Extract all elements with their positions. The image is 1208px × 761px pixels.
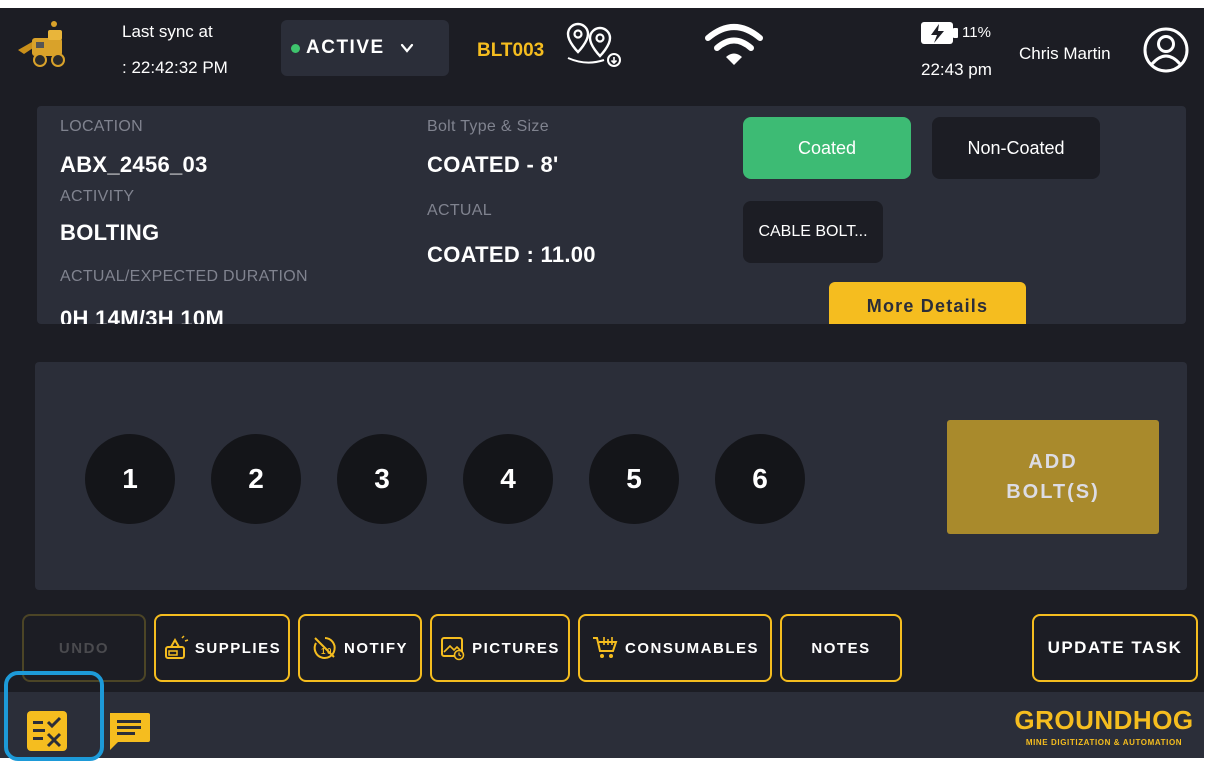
user-name: Chris Martin [1019, 44, 1111, 63]
non-coated-button[interactable]: Non-Coated [932, 117, 1100, 179]
update-task-button[interactable]: UPDATE TASK [1032, 614, 1198, 682]
consumables-label: CONSUMABLES [624, 639, 759, 657]
app-screen: Last sync at : 22:42:32 PM ACTIVE BLT003 [0, 8, 1204, 758]
status-dropdown[interactable]: ACTIVE [281, 20, 449, 76]
supplies-button[interactable]: SUPPLIES [154, 614, 290, 682]
bolt-button-6[interactable]: 6 [715, 434, 805, 524]
consumables-button[interactable]: CONSUMABLES [578, 614, 772, 682]
chat-message-icon[interactable] [106, 710, 152, 754]
bolt-button-3[interactable]: 3 [337, 434, 427, 524]
actual-label: ACTUAL [427, 202, 492, 219]
bolt-type-label: Bolt Type & Size [427, 118, 549, 135]
battery-charging-icon [921, 22, 958, 44]
drill-machine-icon [18, 21, 65, 67]
notes-button[interactable]: NOTES [780, 614, 902, 682]
bolt-type-value: COATED - 8' [427, 152, 559, 177]
activity-value: BOLTING [60, 220, 160, 245]
consumables-cart-icon [592, 637, 618, 658]
coated-button[interactable]: Coated [743, 117, 911, 179]
chevron-down-icon [400, 43, 413, 53]
more-details-button[interactable]: More Details [829, 282, 1026, 324]
clock-time: 22:43 pm [921, 60, 992, 79]
add-bolts-label-1: ADD [1028, 451, 1078, 473]
notify-label: NOTIFY [344, 639, 408, 657]
task-info-panel: LOCATION ABX_2456_03 ACTIVITY BOLTING AC… [37, 106, 1186, 324]
brand-tagline: MINE DIGITIZATION & AUTOMATION [1025, 738, 1183, 747]
pictures-label: PICTURES [472, 639, 560, 657]
status-dot-icon [291, 43, 300, 53]
pictures-icon [441, 637, 465, 661]
last-sync-label: Last sync at [122, 22, 213, 41]
bolt-button-5[interactable]: 5 [589, 434, 679, 524]
location-pins-icon[interactable] [566, 22, 628, 68]
user-avatar-icon[interactable] [1142, 26, 1190, 74]
top-bar: Last sync at : 22:42:32 PM ACTIVE BLT003 [0, 8, 1204, 102]
duration-label: ACTUAL/EXPECTED DURATION [60, 268, 308, 285]
bolt-panel: 1 2 3 4 5 6 ADD BOLT(S) [35, 362, 1187, 590]
add-bolts-label-2: BOLT(S) [1006, 481, 1100, 503]
bolt-button-4[interactable]: 4 [463, 434, 553, 524]
selection-highlight-box [4, 671, 104, 761]
update-task-label: UPDATE TASK [1047, 638, 1183, 657]
battery-percent: 11% [962, 24, 991, 41]
bolt-button-2[interactable]: 2 [211, 434, 301, 524]
pictures-button[interactable]: PICTURES [430, 614, 570, 682]
location-label: LOCATION [60, 118, 144, 135]
wifi-icon [705, 24, 763, 65]
duration-value: 0H 14M/3H 10M [60, 306, 225, 324]
status-label: ACTIVE [306, 37, 385, 58]
last-sync-time: : 22:42:32 PM [122, 58, 228, 77]
location-value: ABX_2456_03 [60, 152, 208, 177]
svg-text:10: 10 [321, 647, 333, 656]
timer-10-icon: 10 [313, 637, 336, 659]
notes-label: NOTES [811, 639, 871, 657]
groundhog-logo: GROUNDHOG [1014, 705, 1194, 735]
activity-label: ACTIVITY [60, 188, 135, 205]
device-id: BLT003 [477, 40, 545, 61]
supplies-icon [164, 635, 189, 659]
add-bolts-button[interactable]: ADD BOLT(S) [947, 420, 1159, 534]
cable-bolt-button[interactable]: CABLE BOLT... [743, 201, 883, 263]
actual-value: COATED : 11.00 [427, 242, 596, 267]
notify-button[interactable]: 10 NOTIFY [298, 614, 422, 682]
supplies-label: SUPPLIES [194, 639, 282, 657]
undo-label: UNDO [58, 639, 110, 657]
bolt-button-1[interactable]: 1 [85, 434, 175, 524]
